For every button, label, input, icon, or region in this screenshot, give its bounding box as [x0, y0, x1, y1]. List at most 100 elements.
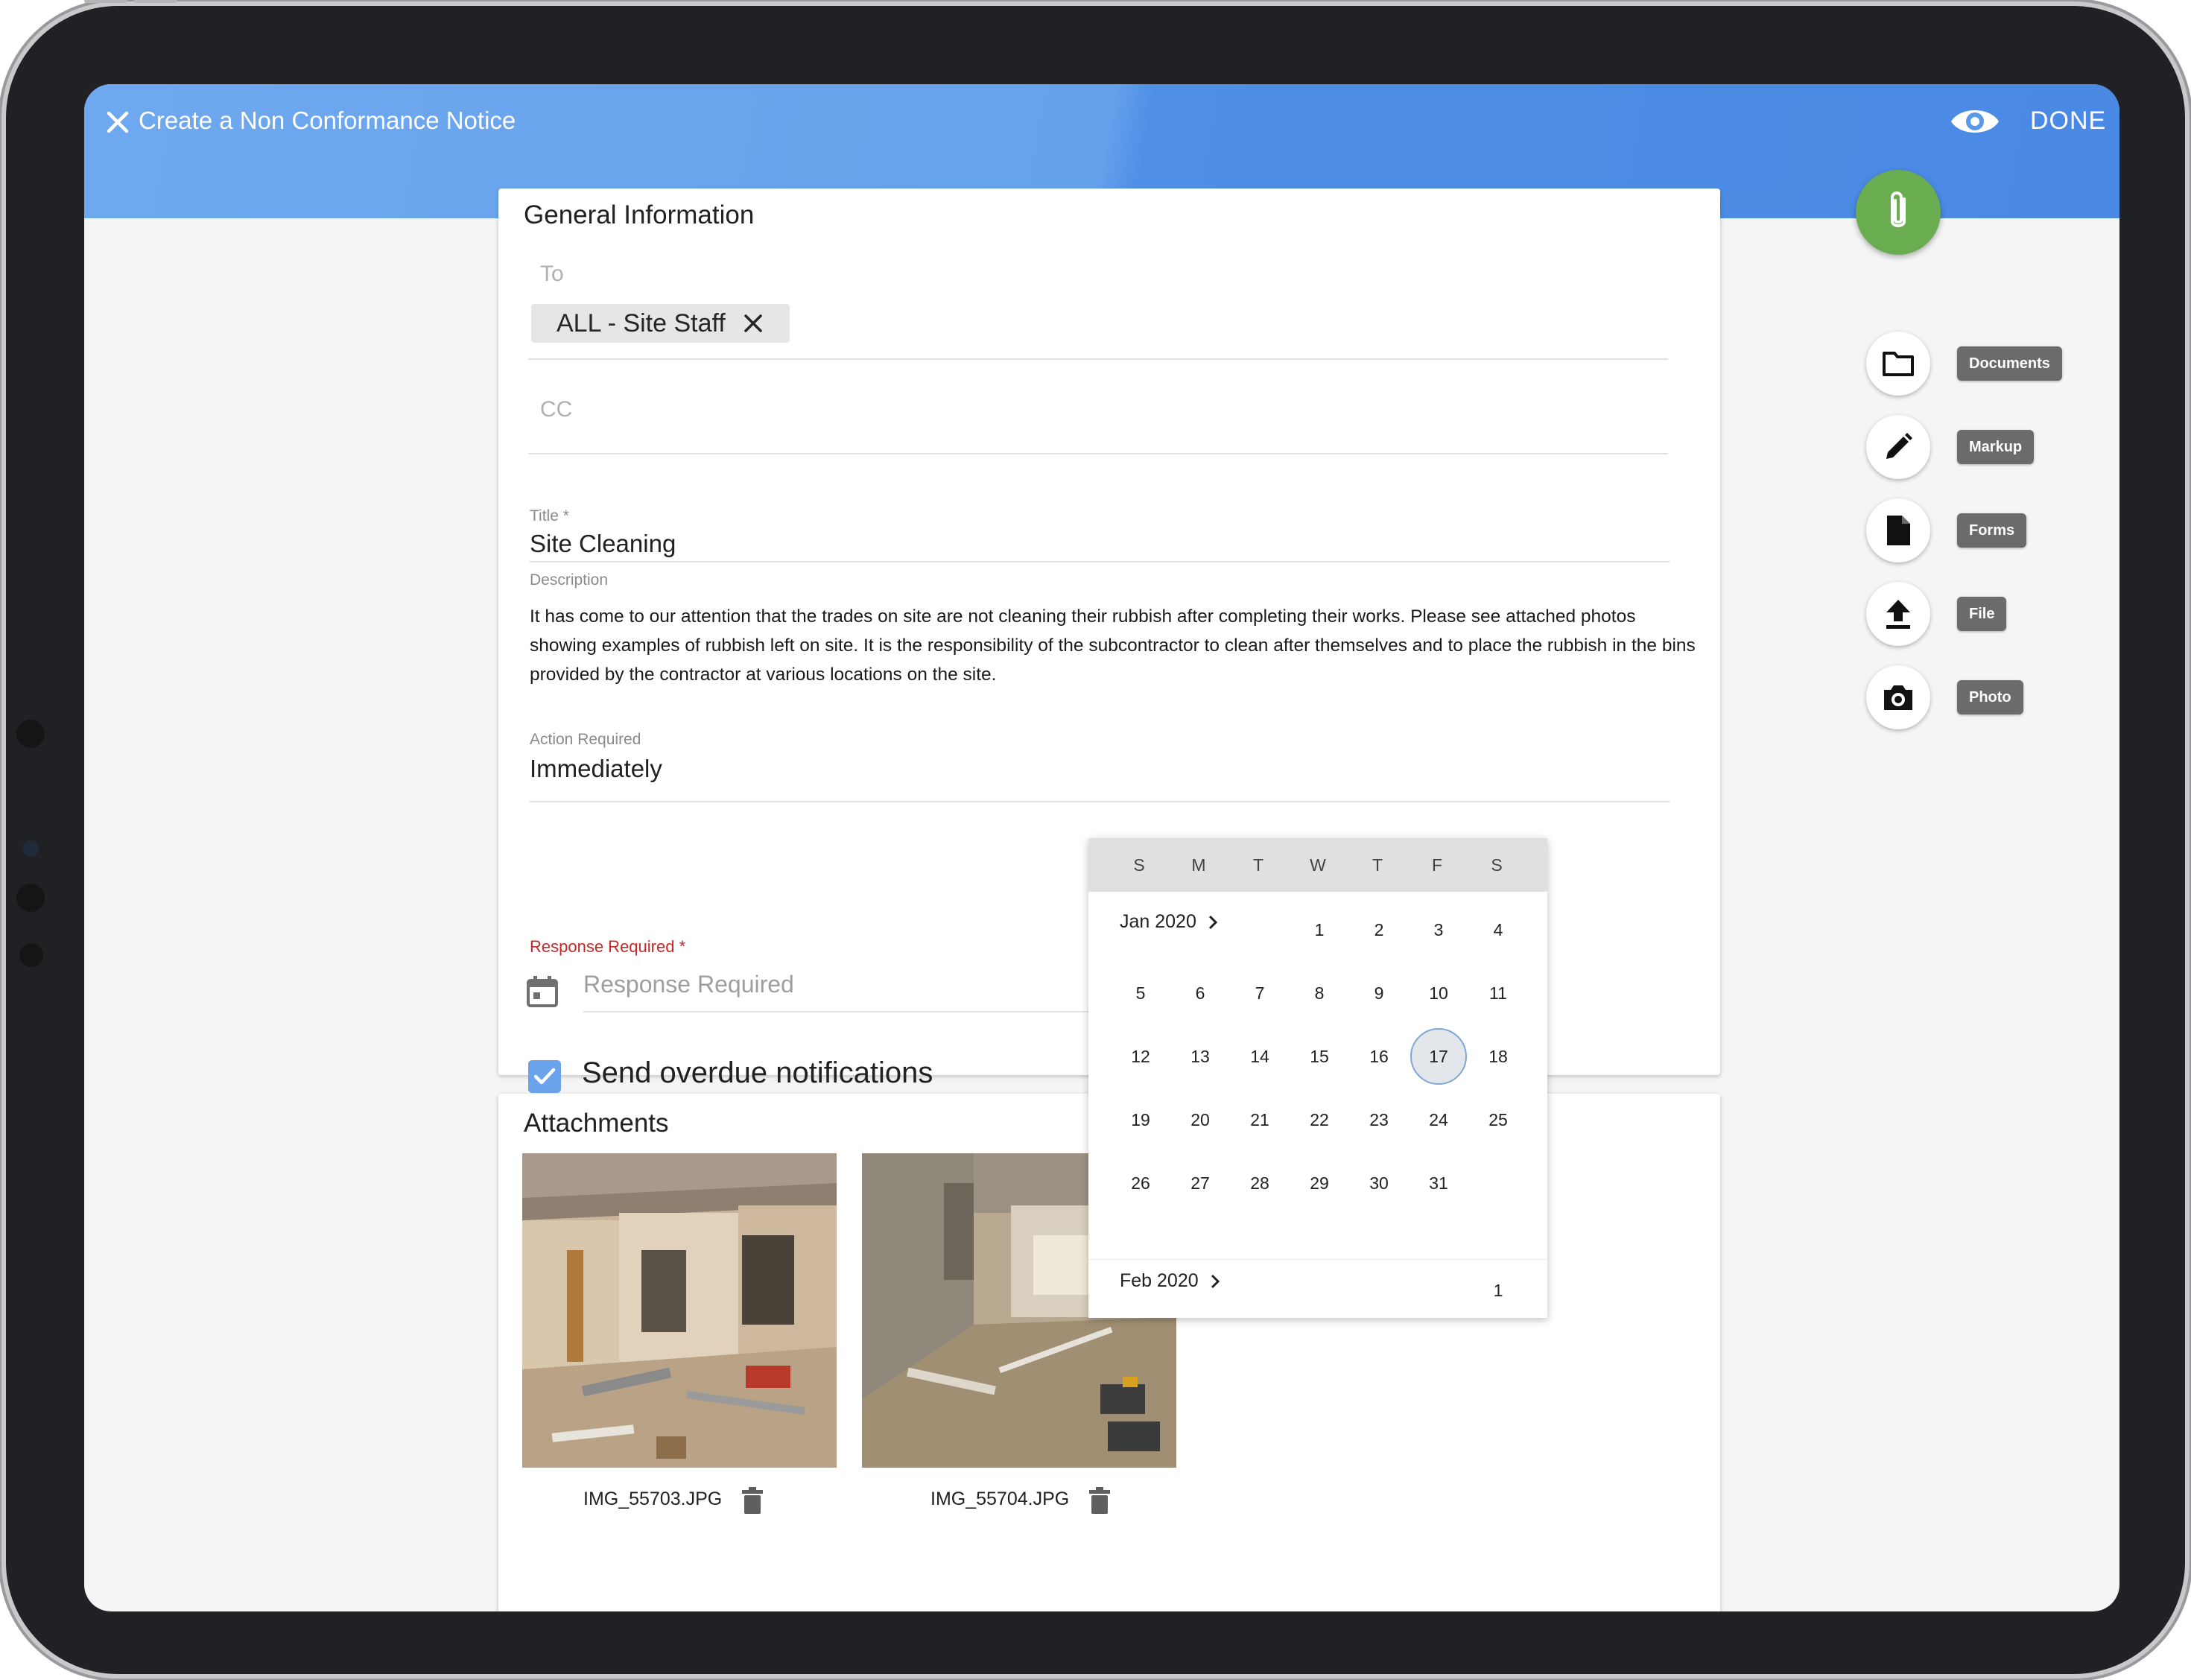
- side-sensor: [22, 840, 39, 857]
- chevron-right-icon: [1211, 1274, 1220, 1288]
- remove-chip-icon[interactable]: [742, 312, 764, 335]
- side-camera-3: [19, 943, 43, 967]
- weekday-label: S: [1133, 855, 1145, 875]
- file-tool-label[interactable]: File: [1957, 597, 2007, 631]
- eye-icon[interactable]: [1950, 96, 2000, 147]
- calendar-day[interactable]: 10: [1410, 965, 1467, 1021]
- calendar-day[interactable]: 25: [1470, 1091, 1526, 1148]
- calendar-day[interactable]: 1: [1470, 1262, 1526, 1319]
- action-required-input[interactable]: Immediately: [530, 755, 662, 783]
- paperclip-icon: [1891, 191, 1906, 227]
- trash-icon[interactable]: [1087, 1486, 1112, 1515]
- calendar-day[interactable]: 1: [1291, 901, 1348, 958]
- calendar-day[interactable]: 7: [1231, 965, 1288, 1021]
- side-camera-2: [16, 884, 45, 912]
- overdue-checkbox[interactable]: [528, 1060, 561, 1093]
- tablet-frame: Create a Non Conformance Notice DONE Gen…: [6, 0, 2185, 1674]
- action-required-label: Action Required: [530, 731, 641, 748]
- weekday-label: T: [1252, 855, 1264, 875]
- attachments-title: Attachments: [524, 1109, 669, 1138]
- markup-tool-button[interactable]: [1866, 415, 1930, 479]
- calendar-day[interactable]: 11: [1470, 965, 1526, 1021]
- title-input[interactable]: Site Cleaning: [530, 530, 676, 558]
- calendar-day[interactable]: 26: [1112, 1155, 1169, 1211]
- calendar-day-selected[interactable]: 17: [1410, 1028, 1467, 1085]
- chevron-right-icon: [1208, 915, 1217, 929]
- calendar-day[interactable]: 5: [1112, 965, 1169, 1021]
- date-picker: S M T W T F S Jan 2020 1 2 3 4 5 6 7 8 9 10 11 12 13…: [1088, 838, 1547, 1318]
- checkmark-icon: [533, 1068, 556, 1085]
- calendar-day[interactable]: 15: [1291, 1028, 1348, 1085]
- calendar-icon[interactable]: [525, 974, 559, 1009]
- attachment-name-1: IMG_55703.JPG: [583, 1489, 723, 1509]
- calendar-day[interactable]: 4: [1470, 901, 1526, 958]
- month-separator: [1088, 1259, 1547, 1260]
- to-label: To: [540, 261, 564, 286]
- done-button[interactable]: DONE: [2030, 99, 2106, 142]
- recipient-chip[interactable]: ALL - Site Staff: [531, 304, 790, 343]
- calendar-day[interactable]: 12: [1112, 1028, 1169, 1085]
- weekday-label: W: [1310, 855, 1326, 875]
- calendar-day[interactable]: 9: [1351, 965, 1407, 1021]
- title-underline: [530, 561, 1670, 562]
- photo-tool-button[interactable]: [1866, 665, 1930, 729]
- calendar-day[interactable]: 30: [1351, 1155, 1407, 1211]
- photo-tool-label[interactable]: Photo: [1957, 680, 2023, 714]
- calendar-day[interactable]: 16: [1351, 1028, 1407, 1085]
- folder-icon: [1883, 352, 1914, 376]
- response-required-label: Response Required *: [530, 937, 686, 956]
- to-field-underline: [528, 358, 1668, 360]
- forms-tool-button[interactable]: [1866, 498, 1930, 562]
- calendar-day[interactable]: 31: [1410, 1155, 1467, 1211]
- weekday-label: F: [1431, 855, 1443, 875]
- upload-icon: [1886, 600, 1910, 629]
- month-jan-label[interactable]: Jan 2020: [1120, 911, 1219, 933]
- attach-fab[interactable]: [1856, 170, 1941, 255]
- documents-tool-label[interactable]: Documents: [1957, 346, 2062, 381]
- calendar-day[interactable]: 23: [1351, 1091, 1407, 1148]
- recipient-chip-label: ALL - Site Staff: [557, 308, 726, 337]
- month-jan-text: Jan 2020: [1120, 911, 1196, 932]
- calendar-day[interactable]: 6: [1172, 965, 1228, 1021]
- response-required-input[interactable]: Response Required: [583, 971, 794, 998]
- close-icon[interactable]: [96, 101, 139, 144]
- calendar-day[interactable]: 29: [1291, 1155, 1348, 1211]
- page-title: Create a Non Conformance Notice: [139, 107, 516, 134]
- attachment-thumbnail-1[interactable]: [522, 1153, 837, 1468]
- month-feb-text: Feb 2020: [1120, 1270, 1199, 1291]
- weekday-label: S: [1491, 855, 1503, 875]
- cc-field[interactable]: CC: [540, 397, 572, 422]
- top-button-2: [134, 0, 177, 3]
- cc-field-underline: [528, 453, 1668, 454]
- markup-tool-label[interactable]: Markup: [1957, 430, 2035, 464]
- side-camera: [16, 720, 45, 748]
- calendar-day[interactable]: 3: [1410, 901, 1467, 958]
- trash-icon[interactable]: [740, 1486, 765, 1515]
- attachment-name-2: IMG_55704.JPG: [930, 1489, 1070, 1509]
- title-label: Title *: [530, 507, 569, 524]
- calendar-day[interactable]: 21: [1231, 1091, 1288, 1148]
- overdue-notifications-label: Send overdue notifications: [582, 1056, 933, 1089]
- description-label: Description: [530, 571, 609, 589]
- month-feb-label[interactable]: Feb 2020: [1120, 1270, 1221, 1292]
- calendar-day[interactable]: 8: [1291, 965, 1348, 1021]
- calendar-day[interactable]: 18: [1470, 1028, 1526, 1085]
- calendar-day[interactable]: 27: [1172, 1155, 1228, 1211]
- construction-photo-1: [522, 1153, 837, 1468]
- file-tool-button[interactable]: [1866, 582, 1930, 646]
- calendar-day[interactable]: 14: [1231, 1028, 1288, 1085]
- weekday-label: T: [1372, 855, 1383, 875]
- forms-tool-label[interactable]: Forms: [1957, 513, 2027, 548]
- calendar-day[interactable]: 28: [1231, 1155, 1288, 1211]
- action-required-underline: [530, 801, 1670, 802]
- calendar-day[interactable]: 20: [1172, 1091, 1228, 1148]
- screen: Create a Non Conformance Notice DONE Gen…: [84, 84, 2119, 1611]
- calendar-day[interactable]: 22: [1291, 1091, 1348, 1148]
- calendar-day[interactable]: 13: [1172, 1028, 1228, 1085]
- calendar-day[interactable]: 19: [1112, 1091, 1169, 1148]
- description-input[interactable]: It has come to our attention that the tr…: [530, 602, 1707, 689]
- documents-tool-button[interactable]: [1866, 332, 1930, 396]
- calendar-day[interactable]: 2: [1351, 901, 1407, 958]
- weekday-label: M: [1191, 855, 1206, 875]
- calendar-day[interactable]: 24: [1410, 1091, 1467, 1148]
